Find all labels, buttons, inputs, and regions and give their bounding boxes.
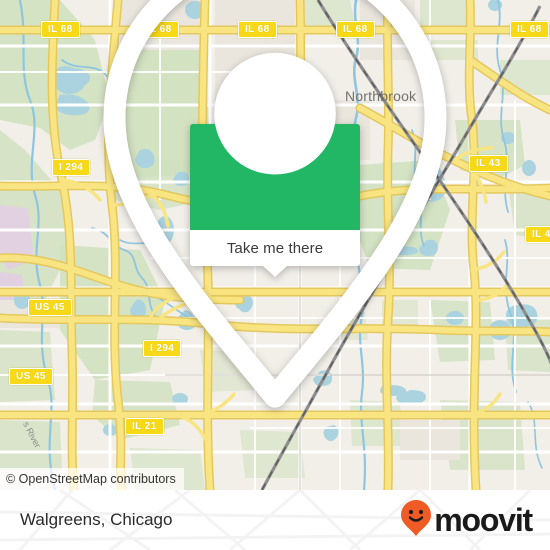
moovit-wordmark: moovit: [434, 502, 533, 538]
moovit-brand[interactable]: moovit: [400, 490, 533, 550]
footer-bar: Walgreens, Chicago moovit: [0, 490, 550, 550]
callout-icon-panel: [103, 0, 447, 408]
place-title: Walgreens, Chicago: [20, 510, 173, 529]
moovit-map-screenshot: IL 68IL 68IL 68IL 68IL 68I 294IL 43IL 43…: [0, 0, 550, 550]
map-attribution[interactable]: © OpenStreetMap contributors: [0, 468, 184, 490]
take-me-there-callout[interactable]: Take me there: [103, 0, 447, 408]
map-canvas[interactable]: IL 68IL 68IL 68IL 68IL 68I 294IL 43IL 43…: [0, 0, 550, 490]
map-pin-icon: [0, 0, 550, 422]
moovit-smiley-pin-icon: [400, 499, 432, 542]
